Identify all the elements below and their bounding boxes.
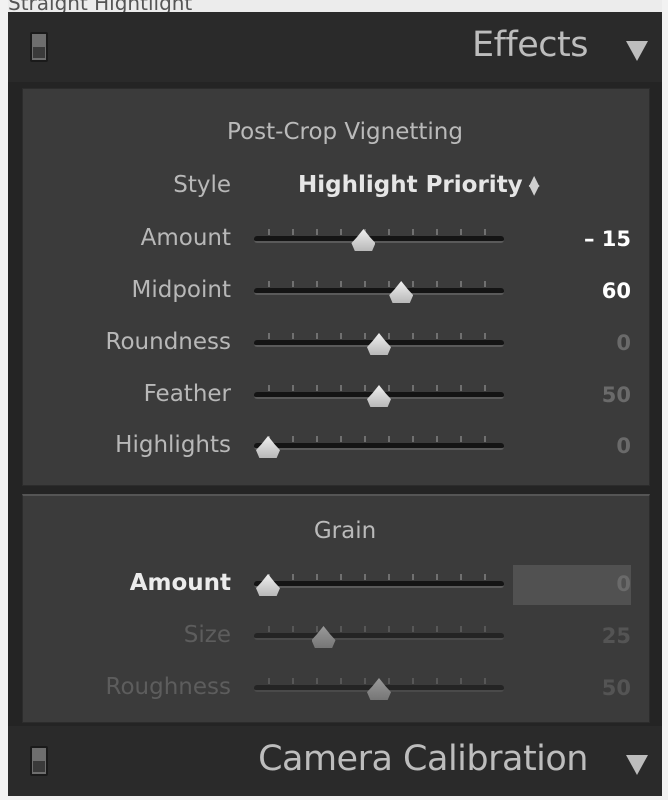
- grain-section-title: Grain: [313, 518, 377, 544]
- grain-roughness-label: Roughness: [105, 674, 231, 700]
- vignette-highlights-value[interactable]: 0: [616, 434, 631, 458]
- triangle-down-icon[interactable]: [626, 755, 648, 775]
- grain-amount-slider[interactable]: [252, 572, 506, 602]
- effects-panel-header[interactable]: Effects: [8, 12, 662, 82]
- vignette-highlights-label: Highlights: [115, 432, 231, 458]
- style-label: Style: [173, 172, 231, 198]
- vignette-roundness-value[interactable]: 0: [616, 331, 631, 355]
- cropped-top-text-strip: Straight Hightlight: [0, 0, 668, 12]
- vignette-midpoint-label: Midpoint: [131, 277, 232, 303]
- vignette-midpoint-value[interactable]: 60: [602, 279, 631, 303]
- post-crop-vignetting-section: Post-Crop Vignetting Style Highlight Pri…: [22, 88, 650, 486]
- vignette-highlights-slider[interactable]: [252, 434, 506, 464]
- style-dropdown-value: Highlight Priority: [298, 172, 523, 198]
- camera-calibration-panel-title: Camera Calibration: [258, 739, 588, 779]
- style-dropdown[interactable]: Highlight Priority ▲ ▼: [298, 172, 539, 198]
- grain-size-slider[interactable]: [252, 624, 506, 654]
- grain-amount-field[interactable]: [513, 565, 631, 605]
- grain-amount-label: Amount: [129, 570, 231, 596]
- slider-track: [254, 288, 504, 295]
- vignette-amount-label: Amount: [140, 225, 231, 251]
- grain-size-value[interactable]: 25: [602, 624, 631, 648]
- vignette-feather-value[interactable]: 50: [602, 383, 631, 407]
- cropped-top-text: Straight Hightlight: [8, 0, 193, 12]
- camera-calibration-panel-header[interactable]: Camera Calibration: [8, 726, 662, 796]
- frame-left-edge: [0, 0, 8, 800]
- slider-ticks: [268, 229, 490, 235]
- panel-toggle-switch-icon[interactable]: [30, 32, 48, 62]
- grain-amount-value[interactable]: 0: [616, 572, 631, 596]
- slider-track: [254, 443, 504, 450]
- effects-panel-title: Effects: [472, 25, 589, 65]
- vignetting-section-title: Post-Crop Vignetting: [227, 119, 463, 145]
- slider-ticks: [268, 436, 490, 442]
- panel-toggle-switch-icon[interactable]: [30, 746, 48, 776]
- slider-track: [254, 581, 504, 588]
- slider-ticks: [268, 574, 490, 580]
- grain-section: Grain Amount 0 Size 25 Roughness 50: [22, 494, 650, 723]
- slider-ticks: [268, 626, 490, 632]
- frame-right-edge: [662, 0, 668, 800]
- vignette-midpoint-slider[interactable]: [252, 279, 506, 309]
- frame-bottom-edge: [0, 796, 668, 800]
- grain-roughness-slider[interactable]: [252, 676, 506, 706]
- effects-panel-body: Post-Crop Vignetting Style Highlight Pri…: [8, 82, 662, 726]
- triangle-down-icon[interactable]: [626, 41, 648, 61]
- vignette-roundness-label: Roundness: [105, 329, 231, 355]
- grain-size-label: Size: [183, 622, 231, 648]
- up-down-arrows-icon: ▲ ▼: [528, 172, 540, 198]
- vignette-amount-slider[interactable]: [252, 227, 506, 257]
- slider-track: [254, 236, 504, 243]
- vignette-feather-label: Feather: [143, 381, 231, 407]
- vignette-feather-slider[interactable]: [252, 383, 506, 413]
- grain-roughness-value[interactable]: 50: [602, 676, 631, 700]
- slider-track: [254, 633, 504, 640]
- vignette-amount-value[interactable]: – 15: [584, 227, 631, 251]
- vignette-roundness-slider[interactable]: [252, 331, 506, 361]
- slider-ticks: [268, 281, 490, 287]
